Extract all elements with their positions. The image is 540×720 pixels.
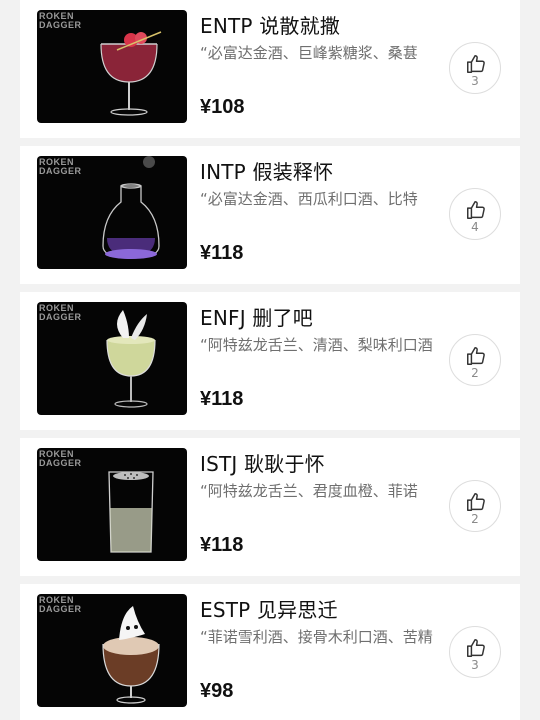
- cocktail-image[interactable]: ROKEN DAGGER: [37, 302, 187, 415]
- item-price: ¥118: [200, 534, 244, 556]
- item-price: ¥98: [200, 680, 234, 702]
- like-button[interactable]: 2: [449, 334, 501, 386]
- cocktail-image[interactable]: ROKEN DAGGER: [37, 594, 187, 707]
- like-count: 2: [471, 512, 479, 526]
- item-title: ENFJ 删了吧: [200, 306, 313, 330]
- item-description: “阿特兹龙舌兰、君度血橙、菲诺: [200, 482, 418, 500]
- thumbs-up-icon: [467, 55, 485, 73]
- thumbs-up-icon: [467, 347, 485, 365]
- like-button[interactable]: 4: [449, 188, 501, 240]
- item-price: ¥118: [200, 388, 244, 410]
- cocktail-image[interactable]: ROKEN DAGGER: [37, 156, 187, 269]
- menu-item-card[interactable]: ROKEN DAGGER ESTP 见异思迁 “菲诺雪利酒、接骨木利口酒、苦精 ¥…: [20, 584, 520, 720]
- menu-item-card[interactable]: ROKEN DAGGER ISTJ 耿耿于怀 “阿特兹龙舌兰、君度血橙、菲诺 ¥1…: [20, 438, 520, 576]
- thumbs-up-icon: [467, 201, 485, 219]
- like-count: 2: [471, 366, 479, 380]
- like-button[interactable]: 3: [449, 42, 501, 94]
- cocktail-image[interactable]: ROKEN DAGGER: [37, 448, 187, 561]
- thumbs-up-icon: [467, 493, 485, 511]
- item-price: ¥108: [200, 96, 245, 118]
- like-button[interactable]: 2: [449, 480, 501, 532]
- cocktail-image[interactable]: ROKEN DAGGER: [37, 10, 187, 123]
- item-title: INTP 假装释怀: [200, 160, 334, 184]
- like-button[interactable]: 3: [449, 626, 501, 678]
- item-description: “必富达金酒、巨峰紫糖浆、桑葚: [200, 44, 418, 62]
- menu-item-card[interactable]: ROKEN DAGGER ENFJ 删了吧 “阿特兹龙舌兰、清酒、梨味利口酒 ¥1…: [20, 292, 520, 430]
- item-description: “必富达金酒、西瓜利口酒、比特: [200, 190, 418, 208]
- menu-item-card[interactable]: ROKEN DAGGER INTP 假装释怀 “必富达金酒、西瓜利口酒、比特 ¥1…: [20, 146, 520, 284]
- like-count: 3: [471, 74, 479, 88]
- item-description: “菲诺雪利酒、接骨木利口酒、苦精: [200, 628, 433, 646]
- item-price: ¥118: [200, 242, 244, 264]
- item-title: ENTP 说散就撒: [200, 14, 341, 38]
- menu-item-card[interactable]: ROKEN DAGGER ENTP 说散就撒 “必富达金酒、巨峰紫糖浆、桑葚 ¥1…: [20, 0, 520, 138]
- like-count: 3: [471, 658, 479, 672]
- item-description: “阿特兹龙舌兰、清酒、梨味利口酒: [200, 336, 433, 354]
- item-title: ESTP 见异思迁: [200, 598, 338, 622]
- item-title: ISTJ 耿耿于怀: [200, 452, 325, 476]
- thumbs-up-icon: [467, 639, 485, 657]
- like-count: 4: [471, 220, 479, 234]
